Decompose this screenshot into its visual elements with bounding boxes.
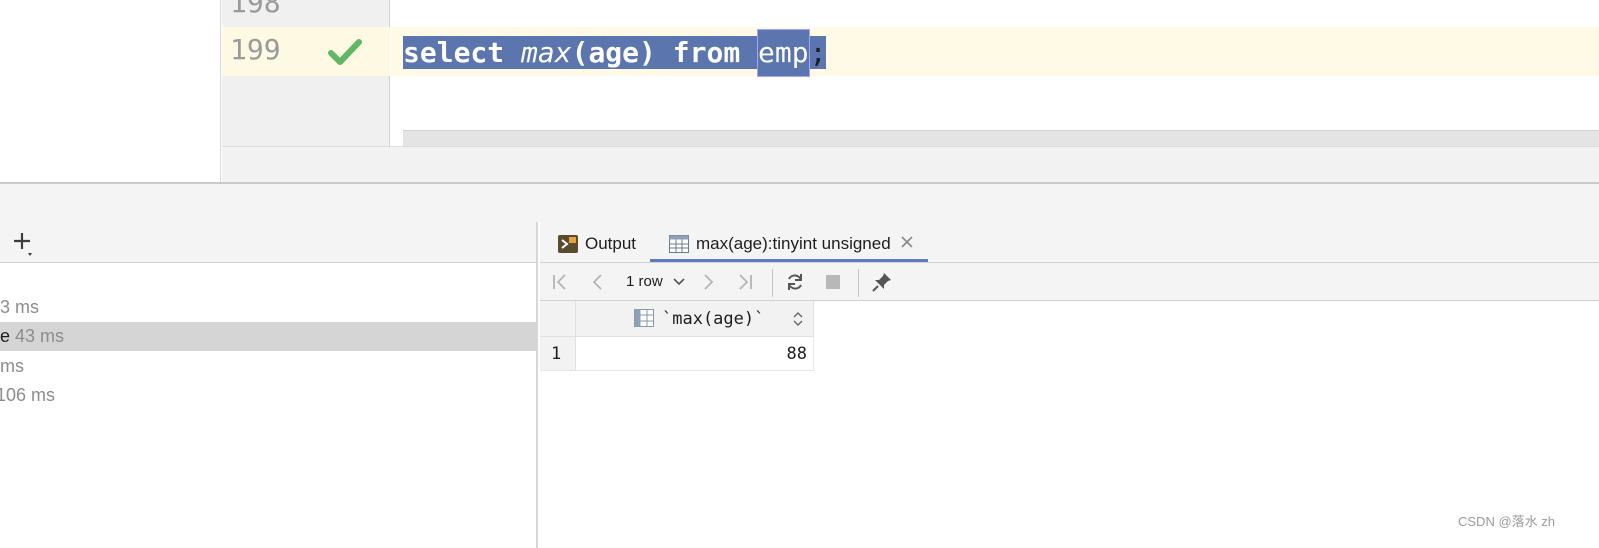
editor-side-panel xyxy=(0,0,221,183)
history-item[interactable]: ms xyxy=(0,352,536,381)
next-page-icon[interactable] xyxy=(698,272,718,292)
last-page-icon[interactable] xyxy=(735,272,755,292)
line-gutter: 198 199 xyxy=(222,0,390,146)
row-number[interactable]: 1 xyxy=(540,337,576,371)
keyword-select: select xyxy=(403,36,505,69)
first-page-icon[interactable] xyxy=(550,272,570,292)
horizontal-scrollbar[interactable] xyxy=(403,130,1599,146)
function-max: max xyxy=(521,36,572,69)
services-toolbar xyxy=(0,222,536,263)
add-icon[interactable] xyxy=(13,231,39,257)
history-item[interactable]: 106 ms xyxy=(0,381,532,410)
grid-corner[interactable] xyxy=(540,301,576,337)
sql-editor[interactable]: 198 199 select max(age) from emp; xyxy=(0,0,1599,183)
line-number: 198 xyxy=(230,0,281,19)
chevron-down-icon[interactable] xyxy=(673,277,685,287)
close-icon[interactable] xyxy=(900,235,914,249)
output-console-icon xyxy=(558,235,578,253)
history-item-name: e xyxy=(0,326,11,346)
refresh-icon[interactable] xyxy=(785,272,805,292)
results-panel: Output max(age):tinyint unsigned 1 row `… xyxy=(540,222,1599,548)
history-item[interactable]: 3 ms xyxy=(0,293,536,322)
sql-statement[interactable]: select max(age) from emp; xyxy=(403,29,827,77)
services-tree-panel: 3 ms e 43 ms ms 106 ms xyxy=(0,222,538,548)
tab-output-label: Output xyxy=(585,234,637,253)
toolbar-separator xyxy=(772,269,773,297)
history-item-time: 43 ms xyxy=(15,326,65,346)
result-cell[interactable]: 88 xyxy=(576,337,814,371)
table-name: emp xyxy=(757,29,810,77)
column-header[interactable]: `max(age)` xyxy=(576,301,814,337)
history-item-time: 3 ms xyxy=(0,297,40,317)
line-number: 199 xyxy=(230,33,281,66)
column-header-label: `max(age)` xyxy=(662,309,765,329)
watermark: CSDN @落水 zh xyxy=(1458,514,1555,529)
tab-result-label: max(age):tinyint unsigned xyxy=(696,234,891,253)
row-count-selector[interactable]: 1 row xyxy=(626,272,663,292)
services-tool-window-header xyxy=(0,184,1599,222)
history-item[interactable]: e 43 ms xyxy=(0,322,536,351)
previous-page-icon[interactable] xyxy=(588,272,608,292)
keyword-from: from xyxy=(672,36,741,69)
tab-output[interactable]: Output xyxy=(558,222,650,262)
results-tabs: Output max(age):tinyint unsigned xyxy=(540,222,1599,263)
code-line-199[interactable]: select max(age) from emp; xyxy=(391,27,1599,77)
function-args: (age) xyxy=(571,36,656,69)
gutter-line-198: 198 xyxy=(222,0,390,27)
toolbar-separator xyxy=(858,269,859,297)
sort-icon[interactable] xyxy=(793,311,803,327)
history-item-time: ms xyxy=(0,356,24,376)
gutter-line-199: 199 xyxy=(222,27,390,76)
column-icon xyxy=(634,309,654,327)
grid-toolbar: 1 row xyxy=(540,263,1599,301)
table-icon xyxy=(669,235,689,253)
pin-icon[interactable] xyxy=(872,272,892,292)
check-icon[interactable] xyxy=(328,38,362,66)
history-item-time: 106 ms xyxy=(0,385,56,405)
editor-status-strip xyxy=(222,146,1599,183)
tab-result-max-age[interactable]: max(age):tinyint unsigned xyxy=(650,222,928,262)
statement-terminator: ; xyxy=(809,36,827,69)
code-area[interactable]: select max(age) from emp; xyxy=(391,0,1599,146)
stop-icon[interactable] xyxy=(823,272,843,292)
result-grid[interactable]: `max(age)` 1 88 xyxy=(540,301,1599,548)
